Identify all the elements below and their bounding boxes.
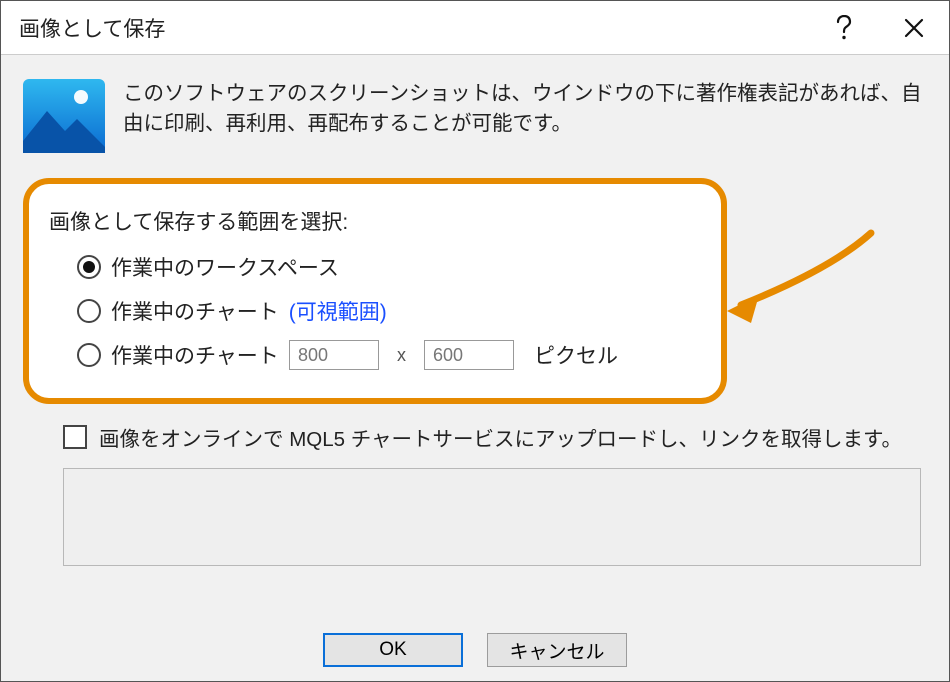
range-radio-group: 作業中のワークスペース 作業中のチャート (可視範囲) 作業中のチャート x ピク… [49,252,695,370]
close-button[interactable] [879,1,949,55]
radio-option-chart-visible[interactable]: 作業中のチャート (可視範囲) [77,296,695,326]
pixels-label: ピクセル [524,340,618,370]
radio-label: 作業中のワークスペース [111,252,339,282]
radio-icon[interactable] [77,343,101,367]
range-heading: 画像として保存する範囲を選択: [49,206,695,236]
upload-label: 画像をオンラインで MQL5 チャートサービスにアップロードし、リンクを取得しま… [99,422,902,452]
radio-label-paren: (可視範囲) [289,296,387,326]
ok-button[interactable]: OK [323,633,463,667]
radio-option-workspace[interactable]: 作業中のワークスペース [77,252,695,282]
checkbox-icon [63,425,87,449]
help-icon [835,15,853,41]
cancel-button[interactable]: キャンセル [487,633,627,667]
help-button[interactable] [809,1,879,55]
close-icon [903,17,925,39]
width-input[interactable] [289,340,379,370]
photo-icon [23,79,105,158]
annotation-arrow [721,225,881,340]
info-row: このソフトウェアのスクリーンショットは、ウインドウの下に著作権表記があれば、自由… [23,73,927,158]
upload-checkbox-row[interactable]: 画像をオンラインで MQL5 チャートサービスにアップロードし、リンクを取得しま… [63,422,927,452]
radio-option-chart-size: 作業中のチャート x ピクセル [77,340,695,370]
height-input[interactable] [424,340,514,370]
dialog-body: このソフトウェアのスクリーンショットは、ウインドウの下に著作権表記があれば、自由… [1,55,949,619]
radio-label[interactable]: 作業中のチャート [111,340,279,370]
dialog-footer: OK キャンセル [1,619,949,681]
x-separator: x [389,345,414,366]
dialog-title: 画像として保存 [19,13,809,43]
radio-icon [77,255,101,279]
link-output-box [63,468,921,566]
radio-label-prefix: 作業中のチャート [111,296,279,326]
info-text: このソフトウェアのスクリーンショットは、ウインドウの下に著作権表記があれば、自由… [123,73,927,138]
radio-icon [77,299,101,323]
range-panel: 画像として保存する範囲を選択: 作業中のワークスペース 作業中のチャート (可視範… [23,178,727,404]
titlebar: 画像として保存 [1,1,949,55]
dialog-save-as-image: 画像として保存 [0,0,950,682]
